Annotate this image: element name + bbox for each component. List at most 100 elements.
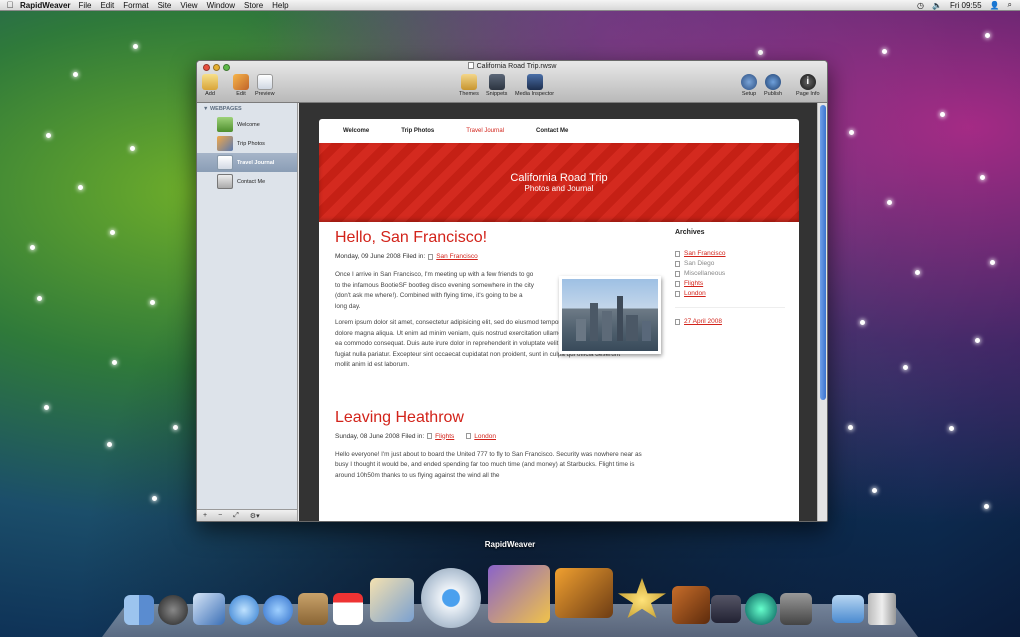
menu-window[interactable]: Window [207, 1, 235, 10]
category-icon [428, 253, 434, 260]
setup-button[interactable]: Setup [741, 74, 757, 97]
time-machine-icon[interactable]: ◷ [917, 1, 924, 10]
page-preview: Welcome Trip Photos Travel Journal Conta… [299, 103, 819, 521]
menu-format[interactable]: Format [123, 1, 148, 10]
category-icon [675, 290, 680, 297]
site-nav-trip-photos[interactable]: Trip Photos [401, 128, 434, 134]
volume-icon[interactable]: 🔈 [932, 1, 942, 10]
category-icon [427, 433, 433, 439]
preview-icon [256, 74, 273, 90]
ical-icon[interactable] [333, 593, 363, 625]
category-icon [675, 260, 680, 267]
photo-album-icon [217, 136, 233, 151]
dock [0, 560, 1020, 637]
site-nav-welcome[interactable]: Welcome [343, 128, 369, 134]
archives-title: Archives [675, 229, 705, 236]
rapidweaver-dock-icon[interactable] [488, 565, 550, 623]
dashboard-icon[interactable] [158, 595, 188, 625]
ichat-icon[interactable] [263, 595, 293, 625]
user-icon[interactable]: 👤 [990, 1, 1000, 10]
finder-icon[interactable] [124, 595, 154, 625]
action-menu-button[interactable]: ⚙▾ [250, 512, 260, 520]
iphoto-icon[interactable] [370, 578, 414, 622]
spotlight-icon[interactable]: ⌕ [1008, 0, 1012, 10]
trash-icon[interactable] [868, 593, 896, 625]
preview-button[interactable]: Preview [255, 74, 275, 97]
expand-button[interactable]: ⤢ [233, 512, 239, 520]
globe-icon [765, 74, 782, 90]
address-book-icon[interactable] [298, 593, 328, 625]
menu-app-name[interactable]: RapidWeaver [20, 1, 71, 10]
image-capture-icon[interactable] [555, 568, 613, 618]
setup-icon [741, 74, 757, 90]
media-inspector-button[interactable]: Media Inspector [515, 74, 554, 97]
menu-bar:  RapidWeaver File Edit Format Site View… [0, 0, 1020, 11]
page-info-button[interactable]: i Page Info [796, 74, 820, 97]
menu-site[interactable]: Site [158, 1, 172, 10]
archives-sidebar: Archives San Francisco San Diego Miscell… [675, 229, 785, 328]
add-button[interactable]: Add [202, 74, 218, 97]
menu-edit[interactable]: Edit [100, 1, 114, 10]
site-nav: Welcome Trip Photos Travel Journal Conta… [319, 119, 799, 143]
menu-store[interactable]: Store [244, 1, 263, 10]
itunes-icon[interactable] [421, 568, 481, 628]
sidebar-item-travel-journal[interactable]: Travel Journal [197, 153, 297, 172]
post-title[interactable]: Leaving Heathrow [335, 409, 650, 427]
category-link[interactable]: Flights [435, 433, 454, 440]
blog-main: Hello, San Francisco! Monday, 09 June 20… [335, 229, 661, 487]
site-banner: California Road Trip Photos and Journal [319, 143, 799, 222]
mail-icon[interactable] [193, 593, 225, 625]
snippets-icon [488, 74, 505, 90]
themes-button[interactable]: Themes [459, 74, 479, 97]
publish-button[interactable]: Publish [764, 74, 782, 97]
window-toolbar: California Road Trip.rwsw Add Edit Previ… [197, 61, 827, 103]
add-page-button[interactable]: + [203, 512, 207, 519]
document-icon [467, 62, 474, 69]
archive-link[interactable]: San Diego [684, 260, 714, 267]
sidebar-item-contact-me[interactable]: Contact Me [197, 172, 297, 191]
post-paragraph: Hello everyone! I'm just about to board … [335, 450, 642, 479]
menu-file[interactable]: File [79, 1, 92, 10]
vertical-scrollbar[interactable] [817, 103, 827, 521]
scrollbar-thumb[interactable] [820, 105, 826, 400]
sidebar-item-trip-photos[interactable]: Trip Photos [197, 134, 297, 153]
apple-menu-icon[interactable]:  [0, 0, 20, 10]
banner-title: California Road Trip [510, 172, 608, 184]
rapidweaver-window: California Road Trip.rwsw Add Edit Previ… [196, 60, 828, 522]
system-preferences-icon[interactable] [780, 593, 812, 625]
webpages-sidebar: ▼ WEBPAGES Welcome Trip Photos Travel Jo… [197, 103, 298, 511]
divider [675, 307, 785, 308]
archive-link[interactable]: San Francisco [684, 250, 726, 257]
category-icon [675, 250, 680, 257]
pencil-icon [233, 74, 249, 90]
downloads-folder-icon[interactable] [832, 595, 864, 623]
sidebar-item-welcome[interactable]: Welcome [197, 115, 297, 134]
contact-icon [217, 174, 233, 189]
garageband-icon[interactable] [672, 586, 710, 624]
menu-view[interactable]: View [180, 1, 197, 10]
edit-button[interactable]: Edit [233, 74, 249, 97]
house-icon [217, 117, 233, 132]
site-nav-travel-journal[interactable]: Travel Journal [466, 128, 504, 134]
spaces-icon[interactable] [711, 595, 741, 623]
window-title: California Road Trip.rwsw [197, 62, 827, 70]
archive-link[interactable]: Miscellaneous [684, 270, 725, 277]
menu-clock[interactable]: Fri 09:55 [950, 1, 982, 10]
archive-link[interactable]: London [684, 290, 706, 297]
site-nav-contact-me[interactable]: Contact Me [536, 128, 568, 134]
imovie-icon[interactable] [618, 578, 666, 619]
category-icon [675, 270, 680, 277]
time-machine-dock-icon[interactable] [745, 593, 777, 625]
safari-icon[interactable] [229, 595, 259, 625]
category-link[interactable]: San Francisco [436, 253, 478, 260]
archive-link[interactable]: Flights [684, 280, 703, 287]
category-icon [675, 318, 680, 325]
archive-date-link[interactable]: 27 April 2008 [684, 318, 722, 325]
media-inspector-icon [526, 74, 543, 90]
remove-page-button[interactable]: − [218, 512, 222, 519]
category-link[interactable]: London [474, 433, 496, 440]
post-title[interactable]: Hello, San Francisco! [335, 229, 650, 247]
post-meta: Sunday, 08 June 2008 Filed in: Flights L… [335, 432, 496, 440]
snippets-button[interactable]: Snippets [486, 74, 507, 97]
menu-help[interactable]: Help [272, 1, 288, 10]
